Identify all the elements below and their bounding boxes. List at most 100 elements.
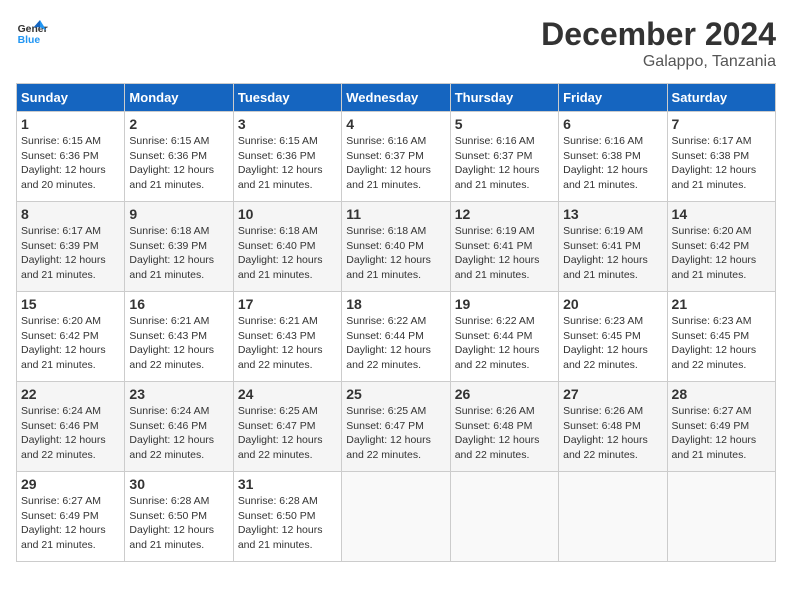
calendar-table: Sunday Monday Tuesday Wednesday Thursday…: [16, 83, 776, 562]
day-cell-28: 28 Sunrise: 6:27 AMSunset: 6:49 PMDaylig…: [667, 382, 775, 472]
page-header: General Blue December 2024 Galappo, Tanz…: [16, 16, 776, 71]
empty-cell: [342, 472, 450, 562]
day-number: 18: [346, 296, 445, 312]
day-cell-22: 22 Sunrise: 6:24 AMSunset: 6:46 PMDaylig…: [17, 382, 125, 472]
day-cell-14: 14 Sunrise: 6:20 AMSunset: 6:42 PMDaylig…: [667, 202, 775, 292]
day-number: 25: [346, 386, 445, 402]
day-info: Sunrise: 6:15 AMSunset: 6:36 PMDaylight:…: [129, 134, 228, 193]
day-cell-20: 20 Sunrise: 6:23 AMSunset: 6:45 PMDaylig…: [559, 292, 667, 382]
day-number: 14: [672, 206, 771, 222]
day-info: Sunrise: 6:27 AMSunset: 6:49 PMDaylight:…: [672, 404, 771, 463]
day-info: Sunrise: 6:26 AMSunset: 6:48 PMDaylight:…: [563, 404, 662, 463]
title-block: December 2024 Galappo, Tanzania: [541, 16, 776, 71]
day-info: Sunrise: 6:15 AMSunset: 6:36 PMDaylight:…: [21, 134, 120, 193]
day-cell-18: 18 Sunrise: 6:22 AMSunset: 6:44 PMDaylig…: [342, 292, 450, 382]
day-number: 22: [21, 386, 120, 402]
day-number: 30: [129, 476, 228, 492]
day-info: Sunrise: 6:18 AMSunset: 6:39 PMDaylight:…: [129, 224, 228, 283]
week-row-2: 8 Sunrise: 6:17 AMSunset: 6:39 PMDayligh…: [17, 202, 776, 292]
week-row-4: 22 Sunrise: 6:24 AMSunset: 6:46 PMDaylig…: [17, 382, 776, 472]
day-info: Sunrise: 6:18 AMSunset: 6:40 PMDaylight:…: [346, 224, 445, 283]
week-row-5: 29 Sunrise: 6:27 AMSunset: 6:49 PMDaylig…: [17, 472, 776, 562]
day-info: Sunrise: 6:16 AMSunset: 6:38 PMDaylight:…: [563, 134, 662, 193]
day-cell-30: 30 Sunrise: 6:28 AMSunset: 6:50 PMDaylig…: [125, 472, 233, 562]
col-wednesday: Wednesday: [342, 84, 450, 112]
day-number: 17: [238, 296, 337, 312]
day-number: 31: [238, 476, 337, 492]
day-cell-29: 29 Sunrise: 6:27 AMSunset: 6:49 PMDaylig…: [17, 472, 125, 562]
day-number: 20: [563, 296, 662, 312]
week-row-3: 15 Sunrise: 6:20 AMSunset: 6:42 PMDaylig…: [17, 292, 776, 382]
day-cell-4: 4 Sunrise: 6:16 AMSunset: 6:37 PMDayligh…: [342, 112, 450, 202]
header-row: Sunday Monday Tuesday Wednesday Thursday…: [17, 84, 776, 112]
day-info: Sunrise: 6:21 AMSunset: 6:43 PMDaylight:…: [129, 314, 228, 373]
day-cell-6: 6 Sunrise: 6:16 AMSunset: 6:38 PMDayligh…: [559, 112, 667, 202]
day-cell-19: 19 Sunrise: 6:22 AMSunset: 6:44 PMDaylig…: [450, 292, 558, 382]
day-info: Sunrise: 6:26 AMSunset: 6:48 PMDaylight:…: [455, 404, 554, 463]
day-info: Sunrise: 6:27 AMSunset: 6:49 PMDaylight:…: [21, 494, 120, 553]
day-cell-25: 25 Sunrise: 6:25 AMSunset: 6:47 PMDaylig…: [342, 382, 450, 472]
day-cell-31: 31 Sunrise: 6:28 AMSunset: 6:50 PMDaylig…: [233, 472, 341, 562]
day-cell-16: 16 Sunrise: 6:21 AMSunset: 6:43 PMDaylig…: [125, 292, 233, 382]
day-info: Sunrise: 6:25 AMSunset: 6:47 PMDaylight:…: [238, 404, 337, 463]
day-number: 21: [672, 296, 771, 312]
day-info: Sunrise: 6:21 AMSunset: 6:43 PMDaylight:…: [238, 314, 337, 373]
day-cell-11: 11 Sunrise: 6:18 AMSunset: 6:40 PMDaylig…: [342, 202, 450, 292]
day-info: Sunrise: 6:23 AMSunset: 6:45 PMDaylight:…: [672, 314, 771, 373]
day-info: Sunrise: 6:19 AMSunset: 6:41 PMDaylight:…: [563, 224, 662, 283]
day-info: Sunrise: 6:17 AMSunset: 6:38 PMDaylight:…: [672, 134, 771, 193]
day-cell-5: 5 Sunrise: 6:16 AMSunset: 6:37 PMDayligh…: [450, 112, 558, 202]
day-cell-17: 17 Sunrise: 6:21 AMSunset: 6:43 PMDaylig…: [233, 292, 341, 382]
day-number: 6: [563, 116, 662, 132]
day-cell-2: 2 Sunrise: 6:15 AMSunset: 6:36 PMDayligh…: [125, 112, 233, 202]
day-info: Sunrise: 6:19 AMSunset: 6:41 PMDaylight:…: [455, 224, 554, 283]
day-cell-21: 21 Sunrise: 6:23 AMSunset: 6:45 PMDaylig…: [667, 292, 775, 382]
day-info: Sunrise: 6:25 AMSunset: 6:47 PMDaylight:…: [346, 404, 445, 463]
day-info: Sunrise: 6:20 AMSunset: 6:42 PMDaylight:…: [21, 314, 120, 373]
day-number: 19: [455, 296, 554, 312]
empty-cell: [559, 472, 667, 562]
col-saturday: Saturday: [667, 84, 775, 112]
day-info: Sunrise: 6:22 AMSunset: 6:44 PMDaylight:…: [346, 314, 445, 373]
location: Galappo, Tanzania: [541, 53, 776, 71]
day-info: Sunrise: 6:22 AMSunset: 6:44 PMDaylight:…: [455, 314, 554, 373]
day-cell-27: 27 Sunrise: 6:26 AMSunset: 6:48 PMDaylig…: [559, 382, 667, 472]
day-cell-23: 23 Sunrise: 6:24 AMSunset: 6:46 PMDaylig…: [125, 382, 233, 472]
col-friday: Friday: [559, 84, 667, 112]
day-number: 11: [346, 206, 445, 222]
day-info: Sunrise: 6:28 AMSunset: 6:50 PMDaylight:…: [238, 494, 337, 553]
day-info: Sunrise: 6:20 AMSunset: 6:42 PMDaylight:…: [672, 224, 771, 283]
day-cell-8: 8 Sunrise: 6:17 AMSunset: 6:39 PMDayligh…: [17, 202, 125, 292]
day-info: Sunrise: 6:15 AMSunset: 6:36 PMDaylight:…: [238, 134, 337, 193]
month-title: December 2024: [541, 16, 776, 53]
day-number: 4: [346, 116, 445, 132]
day-number: 10: [238, 206, 337, 222]
day-cell-15: 15 Sunrise: 6:20 AMSunset: 6:42 PMDaylig…: [17, 292, 125, 382]
day-info: Sunrise: 6:23 AMSunset: 6:45 PMDaylight:…: [563, 314, 662, 373]
day-info: Sunrise: 6:28 AMSunset: 6:50 PMDaylight:…: [129, 494, 228, 553]
day-number: 8: [21, 206, 120, 222]
day-number: 27: [563, 386, 662, 402]
day-number: 5: [455, 116, 554, 132]
day-cell-26: 26 Sunrise: 6:26 AMSunset: 6:48 PMDaylig…: [450, 382, 558, 472]
day-number: 24: [238, 386, 337, 402]
day-number: 26: [455, 386, 554, 402]
day-number: 12: [455, 206, 554, 222]
day-info: Sunrise: 6:17 AMSunset: 6:39 PMDaylight:…: [21, 224, 120, 283]
day-info: Sunrise: 6:16 AMSunset: 6:37 PMDaylight:…: [346, 134, 445, 193]
col-tuesday: Tuesday: [233, 84, 341, 112]
svg-text:Blue: Blue: [18, 35, 41, 46]
day-number: 28: [672, 386, 771, 402]
empty-cell: [450, 472, 558, 562]
day-number: 23: [129, 386, 228, 402]
day-cell-12: 12 Sunrise: 6:19 AMSunset: 6:41 PMDaylig…: [450, 202, 558, 292]
empty-cell: [667, 472, 775, 562]
day-cell-3: 3 Sunrise: 6:15 AMSunset: 6:36 PMDayligh…: [233, 112, 341, 202]
logo: General Blue: [16, 16, 52, 48]
day-cell-13: 13 Sunrise: 6:19 AMSunset: 6:41 PMDaylig…: [559, 202, 667, 292]
day-number: 15: [21, 296, 120, 312]
col-thursday: Thursday: [450, 84, 558, 112]
day-number: 13: [563, 206, 662, 222]
day-number: 29: [21, 476, 120, 492]
day-cell-24: 24 Sunrise: 6:25 AMSunset: 6:47 PMDaylig…: [233, 382, 341, 472]
